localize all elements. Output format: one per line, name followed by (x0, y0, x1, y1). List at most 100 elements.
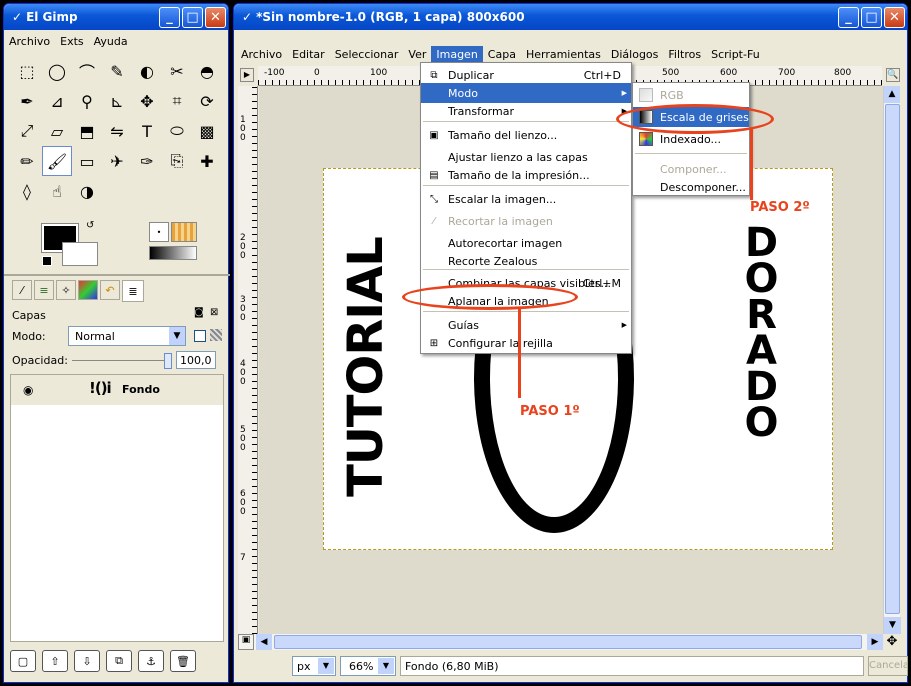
vertical-ruler[interactable]: 1 0 0 2 0 0 3 0 0 4 0 0 5 0 0 6 0 0 7 (238, 86, 258, 634)
zoom-tool-icon[interactable]: ⚲ (72, 86, 102, 116)
imagen-menu-item[interactable]: ⤡ Escalar la imagen... (421, 189, 631, 209)
menu-capa[interactable]: Capa (483, 46, 521, 63)
scroll-thumb[interactable] (885, 104, 900, 614)
imagen-menu-item[interactable]: Modo ▶ (421, 83, 631, 103)
airbrush-tool-icon[interactable]: ✈ (102, 146, 132, 176)
menu-editar[interactable]: Editar (287, 46, 330, 63)
measure-tool-icon[interactable]: ⊾ (102, 86, 132, 116)
scroll-left-icon[interactable]: ◀ (256, 634, 272, 650)
zoom-toggle-icon[interactable]: 🔍 (886, 68, 900, 82)
imagen-menu-item[interactable]: Recorte Zealous (421, 251, 631, 271)
gradient-preview[interactable] (149, 246, 197, 260)
anchor-layer-button[interactable]: ⚓ (138, 650, 164, 672)
new-layer-button[interactable]: ▢ (10, 650, 36, 672)
scale-tool-icon[interactable]: ⤢ (12, 116, 42, 146)
tab-paths-icon[interactable]: ≣ (122, 280, 144, 302)
smudge-tool-icon[interactable]: ☝ (42, 176, 72, 206)
menu-script-fu[interactable]: Script-Fu (706, 46, 765, 63)
imagen-menu-item[interactable]: Guías ▶ (421, 315, 631, 335)
convolve-tool-icon[interactable]: ◊ (12, 176, 42, 206)
clone-tool-icon[interactable]: ⎘ (162, 146, 192, 176)
rotate-tool-icon[interactable]: ⟳ (192, 86, 222, 116)
tab-undo-icon[interactable]: ↶ (100, 280, 120, 300)
tab-layers-icon[interactable]: ≡ (34, 280, 54, 300)
scroll-down-icon[interactable]: ▼ (884, 617, 901, 634)
menu-archivo[interactable]: Archivo (236, 46, 287, 63)
maximize-button[interactable]: □ (861, 6, 882, 28)
perspective-tool-icon[interactable]: ⬒ (72, 116, 102, 146)
pencil-tool-icon[interactable]: ✏ (12, 146, 42, 176)
imagen-menu-item[interactable]: ⧉ Duplicar Ctrl+D (421, 65, 631, 85)
minimize-button[interactable]: _ (838, 6, 859, 28)
modo-menu-item[interactable]: Descomponer... (633, 177, 749, 197)
mode-select[interactable]: Normal ▼ (68, 326, 186, 346)
lock-alpha-checkbox[interactable] (194, 330, 206, 342)
menu-seleccionar[interactable]: Seleccionar (330, 46, 404, 63)
move-tool-icon[interactable]: ✥ (132, 86, 162, 116)
scroll-right-icon[interactable]: ▶ (867, 634, 883, 650)
imagen-menu-item[interactable]: ▤ Tamaño de la impresión... (421, 165, 631, 185)
imagen-menu-item[interactable]: ⊞ Configurar la rejilla (421, 333, 631, 353)
layer-row[interactable]: ◉ !()i Fondo (11, 375, 223, 405)
quickmask-icon[interactable]: ▣ (238, 634, 254, 650)
scroll-thumb[interactable] (274, 635, 862, 649)
menu-exts[interactable]: Exts (55, 33, 89, 50)
menu-dialogos[interactable]: Diálogos (606, 46, 664, 63)
imagen-menu-item[interactable]: Ajustar lienzo a las capas (421, 147, 631, 167)
swap-colors-icon[interactable]: ↺ (86, 220, 94, 231)
horizontal-scrollbar[interactable]: ▣ ◀ ▶ (238, 634, 883, 650)
opacity-spinner[interactable]: 100,0 (176, 351, 216, 369)
vertical-scrollbar[interactable]: ▲ ▼ (883, 86, 901, 634)
pattern-preview[interactable] (171, 222, 197, 242)
maximize-button[interactable]: □ (182, 6, 203, 28)
tab-tool-options-icon[interactable]: ⁄ (12, 280, 32, 300)
duplicate-layer-button[interactable]: ⧉ (106, 650, 132, 672)
tab-channels-icon[interactable]: ✧ (56, 280, 76, 300)
scroll-up-icon[interactable]: ▲ (884, 86, 900, 103)
text-tool-icon[interactable]: T (132, 116, 162, 146)
dodge-tool-icon[interactable]: ◑ (72, 176, 102, 206)
eye-icon[interactable]: ◉ (23, 383, 33, 397)
image-titlebar[interactable]: ✓ *Sin nombre-1.0 (RGB, 1 capa) 800x600 … (234, 4, 907, 30)
menu-herramientas[interactable]: Herramientas (521, 46, 606, 63)
shear-tool-icon[interactable]: ▱ (42, 116, 72, 146)
navigate-icon[interactable]: ✥ (884, 634, 900, 650)
color-picker-tool-icon[interactable]: ⊿ (42, 86, 72, 116)
ellipse-select-tool-icon[interactable]: ◯ (42, 56, 72, 86)
imagen-menu-item[interactable]: ▣ Tamaño del lienzo... (421, 125, 631, 145)
modo-menu-item[interactable]: RGB (633, 85, 749, 105)
unit-select[interactable]: px ▼ (292, 656, 336, 676)
brush-preview[interactable]: • (149, 222, 169, 242)
menu-ayuda[interactable]: Ayuda (89, 33, 133, 50)
delete-layer-button[interactable]: 🗑 (170, 650, 196, 672)
menu-ver[interactable]: Ver (403, 46, 431, 63)
opacity-slider[interactable] (72, 360, 168, 361)
crop-tool-icon[interactable]: ⌗ (162, 86, 192, 116)
imagen-menu-item[interactable]: ⁄ Recortar la imagen (421, 211, 631, 231)
blend-tool-icon[interactable]: ▩ (192, 116, 222, 146)
close-button[interactable]: ✕ (205, 6, 226, 28)
modo-menu-item[interactable]: Componer... (633, 159, 749, 179)
menu-archivo[interactable]: Archivo (4, 33, 55, 50)
heal-tool-icon[interactable]: ✚ (192, 146, 222, 176)
close-button[interactable]: ✕ (884, 6, 905, 28)
panel-menu-icon[interactable]: ◙ (194, 307, 204, 318)
lower-layer-button[interactable]: ⇩ (74, 650, 100, 672)
minimize-button[interactable]: _ (159, 6, 180, 28)
ink-tool-icon[interactable]: ✑ (132, 146, 162, 176)
toolbox-titlebar[interactable]: ✓ El Gimp _ □ ✕ (4, 4, 228, 30)
free-select-tool-icon[interactable]: ⌒ (72, 56, 102, 86)
background-color-swatch[interactable] (62, 242, 98, 266)
color-select-tool-icon[interactable]: ◐ (132, 56, 162, 86)
menu-filtros[interactable]: Filtros (663, 46, 706, 63)
menu-imagen[interactable]: Imagen (431, 45, 483, 63)
eraser-tool-icon[interactable]: ▭ (72, 146, 102, 176)
bucket-fill-tool-icon[interactable]: ⬭ (162, 116, 192, 146)
foreground-select-tool-icon[interactable]: ◓ (192, 56, 222, 86)
flip-tool-icon[interactable]: ⇋ (102, 116, 132, 146)
cancel-button[interactable]: Cancelar (868, 656, 908, 676)
imagen-menu-item[interactable]: Transformar ▶ (421, 101, 631, 121)
raise-layer-button[interactable]: ⇧ (42, 650, 68, 672)
paintbrush-tool-icon[interactable]: 🖌 (42, 146, 72, 176)
imagen-menu-item[interactable]: Autorecortar imagen (421, 233, 631, 253)
